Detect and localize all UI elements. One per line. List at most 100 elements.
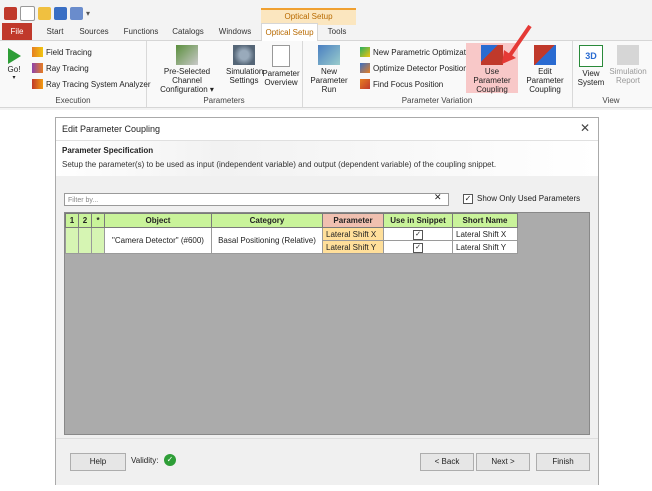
category-cell: Basal Positioning (Relative) [211,227,323,254]
find-focus-position-button[interactable]: Find Focus Position [360,79,443,89]
tab-start[interactable]: Start [40,23,70,40]
col-object-header[interactable]: Object [104,213,212,228]
group-label-view: View [602,96,620,105]
tab-optical-setup[interactable]: Optical Setup [261,23,318,41]
row-col2-cell[interactable] [78,227,92,254]
dialog-title: Edit Parameter Coupling [62,124,161,134]
optimize-detector-positions-button[interactable]: Optimize Detector Positions [360,63,472,73]
dialog-footer: Help Validity: ✓ < Back Next > Finish [56,438,598,485]
qat-dropdown-icon[interactable]: ▾ [86,9,90,18]
show-only-used-checkbox[interactable]: ✓ [463,194,473,204]
edit-coupling-line2: Coupling [529,85,561,94]
tab-functions[interactable]: Functions [120,23,162,40]
quick-access-toolbar: ▾ [4,4,90,22]
save-icon[interactable] [54,6,67,20]
row-star-cell[interactable] [91,227,105,254]
param-overview-line1: Parameter [262,69,300,78]
ray-tracing-analyzer-button[interactable]: Ray Tracing System Analyzer [32,79,150,89]
col-category-header[interactable]: Category [211,213,323,228]
help-button[interactable]: Help [70,453,126,471]
group-label-parameters: Parameters [203,96,245,105]
new-file-icon[interactable] [20,5,35,21]
new-opt-label: New Parametric Optimization [373,47,477,57]
simulation-report-button[interactable]: Simulation Report [608,45,648,85]
simulation-settings-button[interactable]: Simulation Settings [226,45,264,85]
group-label-parameter-variation: Parameter Variation [401,96,473,105]
optimize-detector-label: Optimize Detector Positions [373,63,472,73]
preselected-channel-button[interactable]: Pre-Selected Channel Configuration ▾ [150,45,224,94]
ribbon-tabs: File Start Sources Functions Catalogs Wi… [0,23,652,41]
short-name-cell[interactable]: Lateral Shift X [452,227,518,241]
ray-tracing-icon [32,63,43,73]
col-2-header[interactable]: 2 [78,213,92,228]
field-tracing-label: Field Tracing [46,47,92,57]
tab-file[interactable]: File [2,23,32,40]
col-star-header[interactable]: * [91,213,105,228]
valid-check-icon: ✓ [164,454,176,466]
table-header-row: 1 2 * Object Category Parameter Use in S… [65,213,518,228]
ray-tracing-label: Ray Tracing [46,63,89,73]
group-label-execution: Execution [55,96,91,105]
open-folder-icon[interactable] [38,6,51,20]
sim-settings-line2: Settings [229,76,259,85]
tab-catalogs[interactable]: Catalogs [168,23,208,40]
use-in-snippet-cell[interactable]: ✓ [383,240,453,254]
parameter-cell: Lateral Shift Y [322,240,384,254]
close-icon[interactable]: ✕ [580,121,590,135]
go-label: Go! [7,65,21,74]
new-parametric-optimization-button[interactable]: New Parametric Optimization [360,47,477,57]
col-short-name-header[interactable]: Short Name [452,213,518,228]
edit-coupling-icon [534,45,556,65]
use-in-snippet-checkbox[interactable]: ✓ [413,229,423,240]
spec-description: Setup the parameter(s) to be used as inp… [62,160,497,169]
new-parameter-run-button[interactable]: New Parameter Run [304,45,354,94]
dialog-body: Filter by... ✕ ✓ Show Only Used Paramete… [56,176,598,438]
filter-clear-icon[interactable]: ✕ [434,192,442,203]
row-col1-cell[interactable] [65,227,79,254]
document-icon [272,45,290,67]
finish-button[interactable]: Finish [536,453,590,471]
filter-input[interactable]: Filter by... [64,193,449,206]
go-button[interactable]: Go! ▾ [4,47,24,83]
col-use-in-snippet-header[interactable]: Use in Snippet [383,213,453,228]
use-in-snippet-cell[interactable]: ✓ [383,227,453,241]
use-coupling-line2: Coupling [476,85,508,94]
find-focus-label: Find Focus Position [373,79,444,89]
channel-config-icon [176,45,198,65]
next-button[interactable]: Next > [476,453,530,471]
ribbon-body: Go! ▾ Field Tracing Ray Tracing Ray Trac… [0,41,652,108]
param-overview-line2: Overview [264,78,298,87]
view-system-line1: View [582,69,600,78]
focus-icon [360,79,370,89]
view-system-button[interactable]: 3D View System [576,45,606,87]
parameter-table: 1 2 * Object Category Parameter Use in S… [65,213,518,254]
dialog-header: Parameter Specification Setup the parame… [56,140,598,177]
ray-tracing-button[interactable]: Ray Tracing [32,63,89,73]
short-name-cell[interactable]: Lateral Shift Y [452,240,518,254]
back-button[interactable]: < Back [420,453,474,471]
sim-report-line2: Report [615,76,640,85]
sim-settings-line1: Simulation [226,67,264,76]
field-tracing-button[interactable]: Field Tracing [32,47,92,57]
tab-tools[interactable]: Tools [322,23,352,40]
spec-title: Parameter Specification [62,146,154,155]
tab-windows[interactable]: Windows [214,23,256,40]
col-parameter-header[interactable]: Parameter [322,213,384,228]
new-run-line2: Parameter Run [310,76,348,94]
col-1-header[interactable]: 1 [65,213,79,228]
play-icon [8,48,21,64]
annotation-arrow-icon [502,24,532,64]
gear-icon [233,45,255,65]
window-icon[interactable] [70,6,83,20]
object-cell: "Camera Detector" (#600) [104,227,212,254]
group-execution: Go! ▾ Field Tracing Ray Tracing Ray Trac… [0,41,150,107]
ribbon: ▾ Optical Setup File Start Sources Funct… [0,0,652,110]
use-in-snippet-checkbox[interactable]: ✓ [413,242,423,253]
edit-parameter-coupling-dialog: Edit Parameter Coupling ✕ Parameter Spec… [55,117,599,485]
parameter-overview-button[interactable]: Parameter Overview [262,45,300,87]
tab-sources[interactable]: Sources [76,23,112,40]
sim-report-line1: Simulation [609,67,647,76]
parameter-cell: Lateral Shift X [322,227,384,241]
table-row[interactable]: "Camera Detector" (#600) Basal Positioni… [65,227,518,254]
use-coupling-line1: Use Parameter [473,67,511,85]
